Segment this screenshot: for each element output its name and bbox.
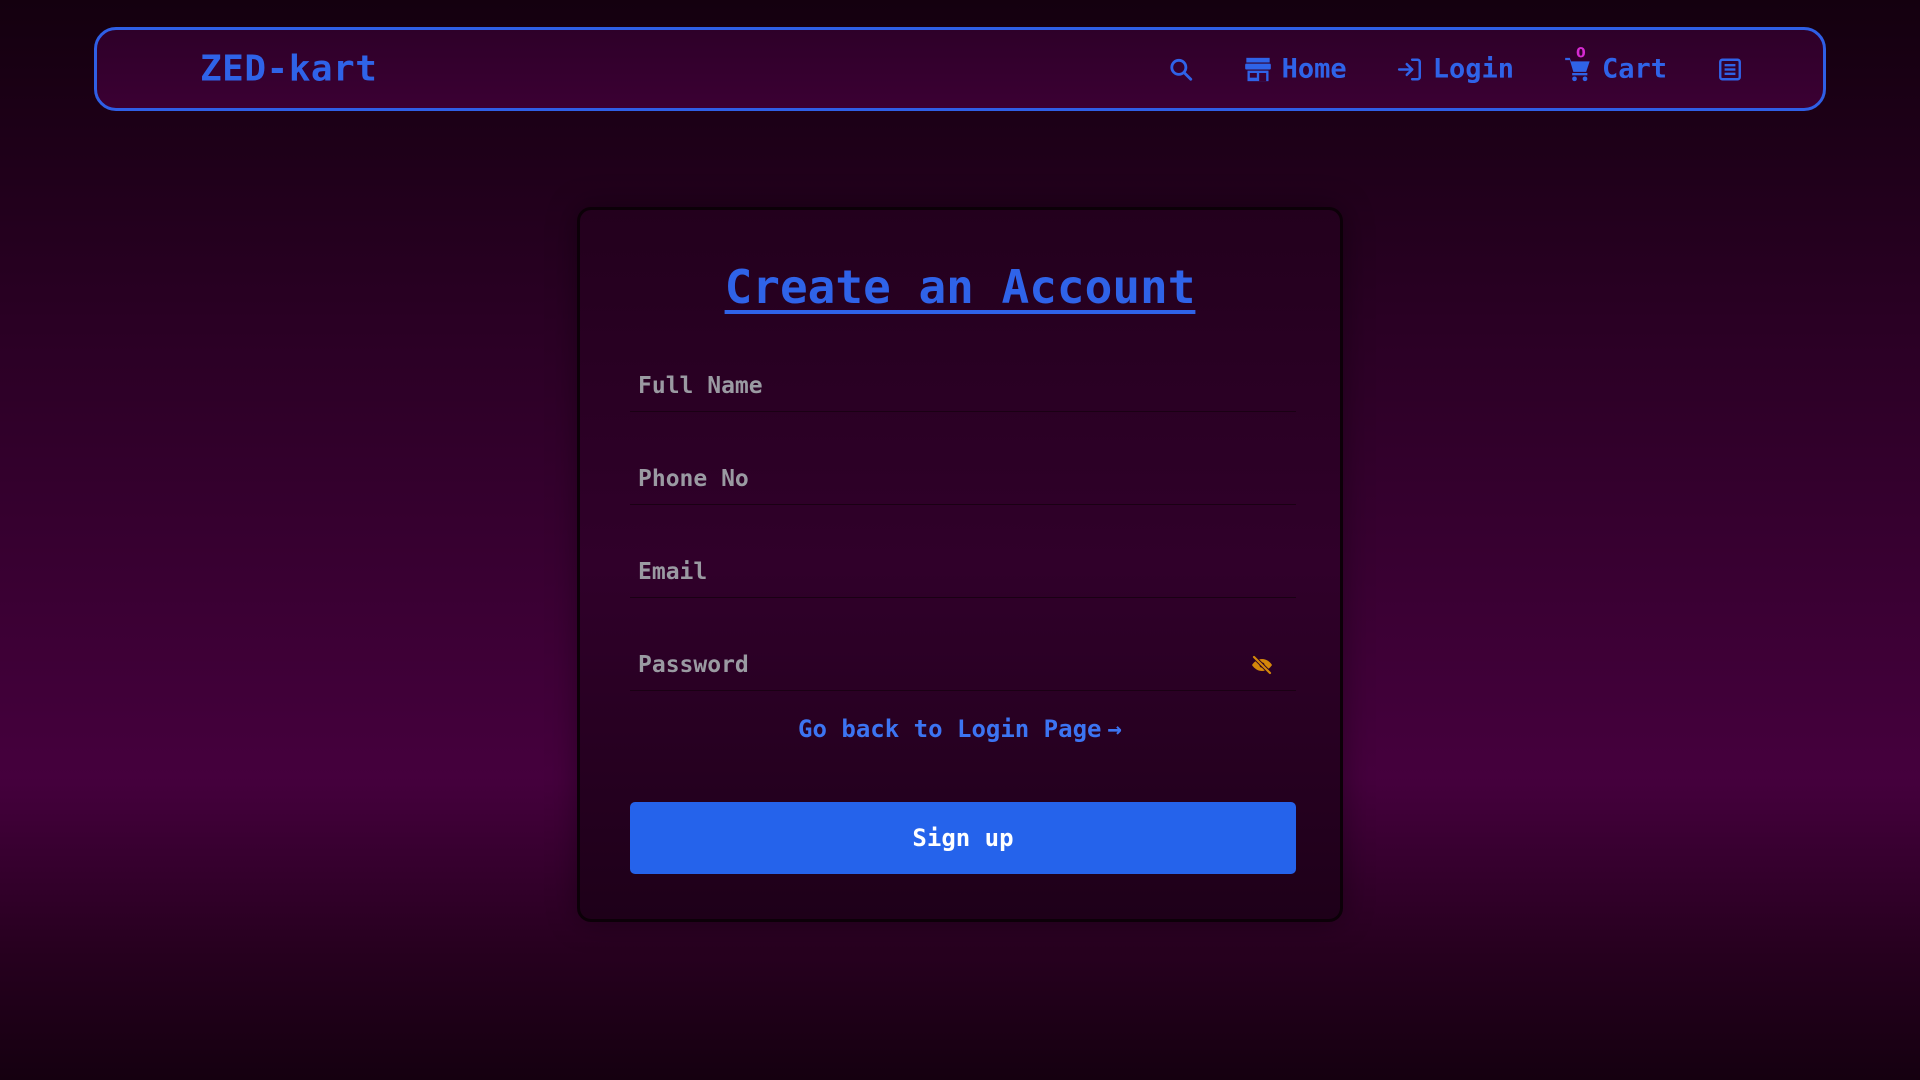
nav-cart-label: Cart	[1601, 53, 1667, 85]
nav-login-link[interactable]: Login	[1397, 54, 1514, 85]
menu-button[interactable]	[1717, 56, 1743, 82]
nav-home-label: Home	[1281, 53, 1347, 85]
nav-links: Home Login 0 Cart	[1118, 45, 1743, 85]
back-to-login-label: Go back to Login Page	[798, 715, 1102, 743]
page-title: Create an Account	[724, 260, 1196, 314]
login-icon	[1397, 58, 1421, 80]
list-icon	[1719, 58, 1741, 80]
password-input[interactable]	[630, 631, 1296, 690]
phone-field-wrap	[630, 445, 1296, 505]
cart-icon-wrap: 0	[1564, 45, 1592, 83]
email-field-wrap	[630, 538, 1296, 598]
nav-login-label: Login	[1432, 53, 1514, 85]
search-button[interactable]	[1168, 56, 1194, 82]
phone-input[interactable]	[630, 445, 1296, 504]
toggle-password-visibility-button[interactable]	[1250, 653, 1274, 681]
cart-count-badge: 0	[1575, 45, 1586, 61]
eye-slash-icon	[1252, 655, 1272, 675]
navbar: ZED-kart Home Login 0 Cart	[94, 27, 1826, 111]
search-icon	[1170, 58, 1192, 81]
email-input[interactable]	[630, 538, 1296, 597]
back-to-login-link[interactable]: Go back to Login Page →	[580, 715, 1340, 743]
signup-card: Create an Account Go back to Login Page→…	[577, 207, 1343, 922]
nav-home-link[interactable]: Home	[1244, 54, 1347, 85]
signup-button[interactable]: Sign up	[630, 802, 1296, 874]
nav-cart-link[interactable]: 0 Cart	[1564, 45, 1667, 85]
full-name-field-wrap	[630, 352, 1296, 412]
full-name-input[interactable]	[630, 352, 1296, 411]
brand-logo[interactable]: ZED-kart	[200, 49, 377, 90]
password-field-wrap	[630, 631, 1296, 691]
arrow-right-icon: →	[1107, 715, 1122, 743]
store-icon	[1244, 57, 1271, 81]
